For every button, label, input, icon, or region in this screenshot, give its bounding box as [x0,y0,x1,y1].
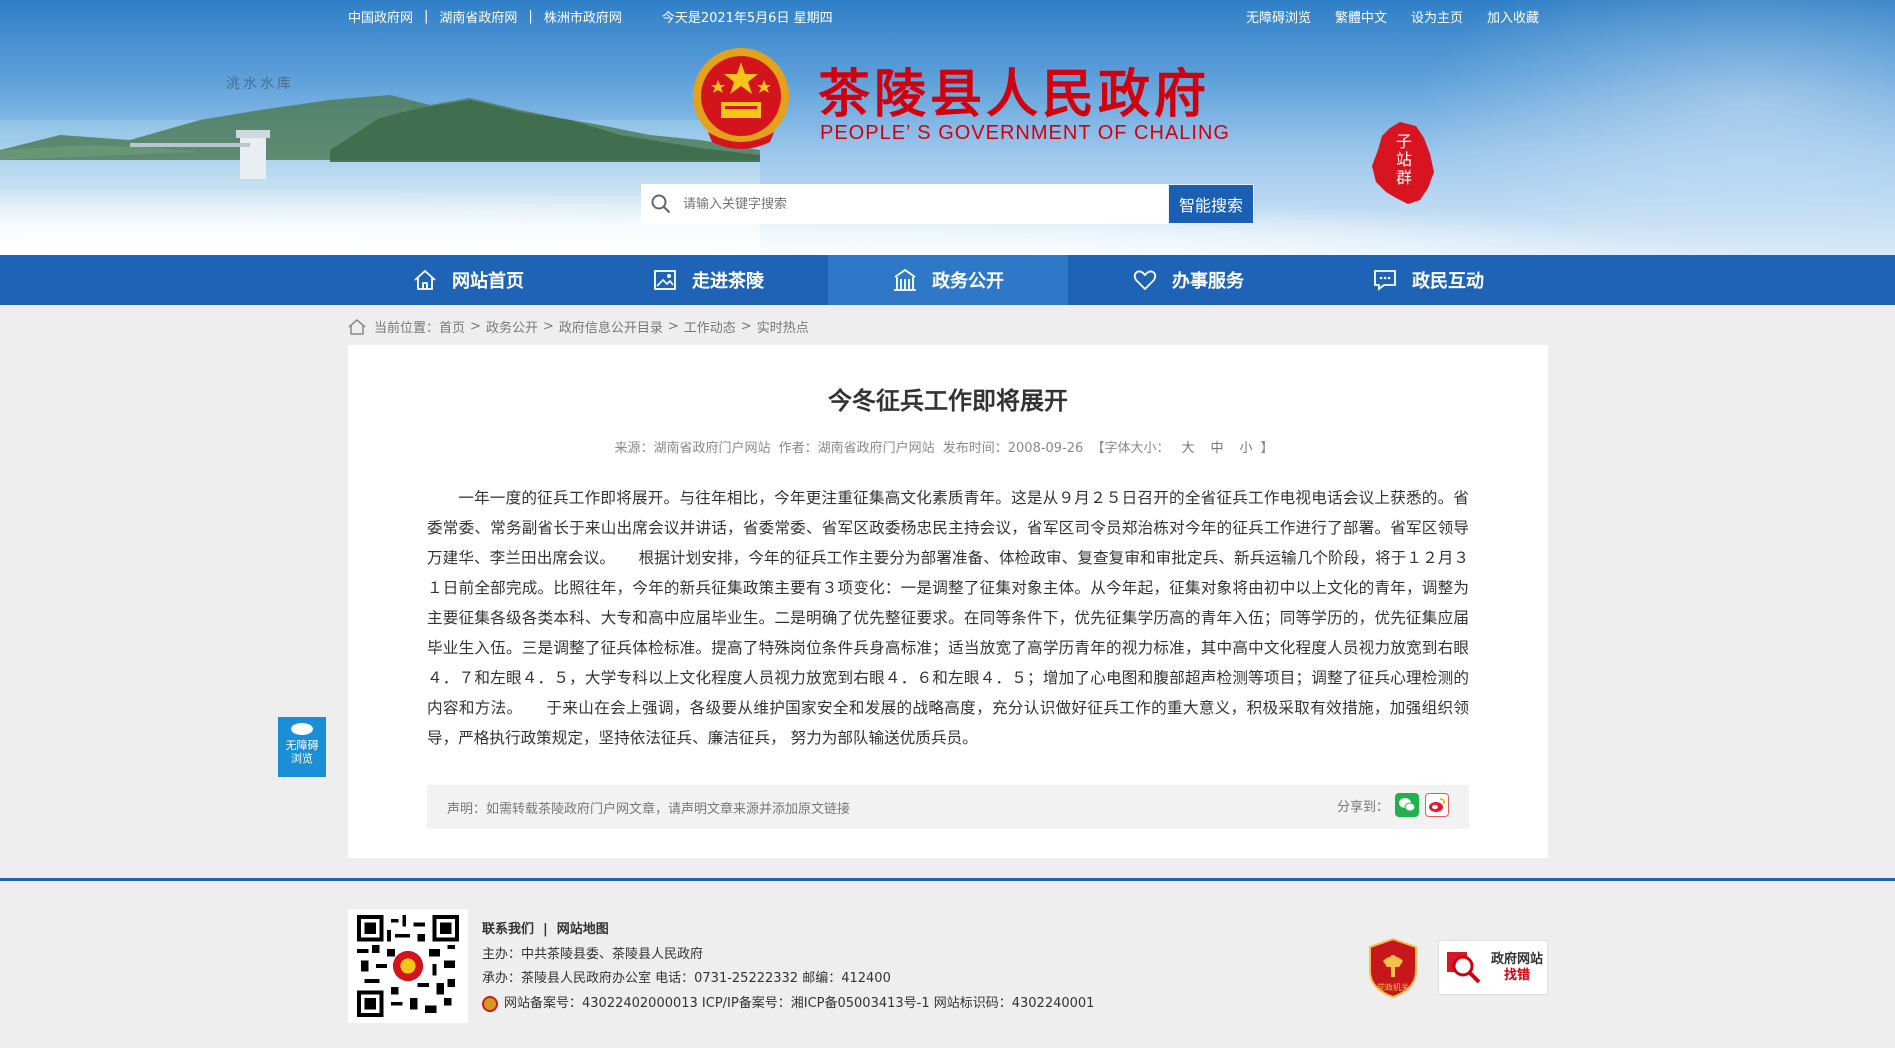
article-title: 今冬征兵工作即将展开 [828,387,1068,415]
subsite-label[interactable]: 子站群 [1394,133,1414,187]
current-date: 今天是2021年5月6日 星期四 [661,11,833,26]
link-add-favorite[interactable]: 加入收藏 [1487,7,1539,26]
footer-record: 网站备案号：43022402000013 ICP/IP备案号：湘ICP备0500… [504,995,1095,1011]
nav-item-label: 政民互动 [1412,271,1484,292]
link-accessibility[interactable]: 无障碍浏览 [1246,7,1311,26]
qr-code-icon [357,915,459,1017]
search-icon [651,194,671,214]
footer-sponsor: 主办：中共茶陵县委、茶陵县人民政府 [482,946,704,962]
home-icon [348,318,366,335]
nav-item-label: 办事服务 [1172,271,1244,292]
magnifier-icon [1447,951,1481,983]
breadcrumb-separator: > [667,319,679,334]
building-icon [894,268,916,291]
gov-site-error-report-badge[interactable]: 政府网站 找错 [1438,940,1548,995]
national-emblem-icon[interactable] [688,44,794,154]
font-size-label: 【字体大小： [1091,441,1170,456]
font-size-large-button[interactable]: 大 [1181,441,1194,456]
party-gov-badge[interactable]: 党政机关 [1366,937,1420,999]
home-icon [414,269,436,290]
article-body: 一年一度的征兵工作即将展开。与往年相比，今年更注重征集高文化素质青年。这是从９月… [427,483,1469,753]
eye-icon [291,723,313,735]
breadcrumb-prefix: 当前位置： [374,321,440,336]
link-gov-cn[interactable]: 中国政府网 [348,7,413,26]
header-banner: 中国政府网 | 湖南省政府网 | 株洲市政府网 今天是2021年5月6日 星期四… [0,0,1895,255]
nav-item-label: 网站首页 [452,271,524,292]
nav-item-home[interactable]: 网站首页 [348,255,588,305]
chat-icon [1374,270,1396,291]
party-gov-icon: 党政机关 [1369,937,1417,999]
breadcrumb-item[interactable]: 实时热点 [757,317,809,336]
search-box [641,184,1168,224]
article-meta: 来源：湖南省政府门户网站 作者：湖南省政府门户网站 发布时间：2008-09-2… [348,437,1548,456]
link-set-homepage[interactable]: 设为主页 [1411,7,1463,26]
article-panel: 今冬征兵工作即将展开 来源：湖南省政府门户网站 作者：湖南省政府门户网站 发布时… [348,345,1548,858]
heart-icon [1133,270,1157,291]
article-source: 来源：湖南省政府门户网站 [614,441,771,456]
search-input[interactable] [683,196,1163,212]
nav-item-label: 政务公开 [932,271,1004,292]
separator: | [424,9,429,24]
party-gov-label: 党政机关 [1377,982,1409,992]
site-title[interactable]: 茶陵县人民政府 [818,52,1210,127]
nav-item-about[interactable]: 走进茶陵 [588,255,828,305]
picture-icon [654,270,676,290]
copyright-statement: 声明：如需转载茶陵政府门户网文章，请声明文章来源并添加原文链接 [447,801,851,817]
main-nav: 网站首页 走进茶陵 政务公开 办事服务 政民互动 [0,255,1895,305]
breadcrumb-separator: > [542,319,554,334]
footer-links: 联系我们 | 网站地图 [482,918,1094,943]
wechat-share-icon[interactable] [1395,793,1419,817]
weibo-share-icon[interactable] [1425,793,1449,817]
article-paragraph: 一年一度的征兵工作即将展开。与往年相比，今年更注重征集高文化素质青年。这是从９月… [427,489,1469,747]
separator: | [543,922,548,937]
error-report-line2: 找错 [1504,967,1531,983]
breadcrumb-item[interactable]: 政府信息公开目录 [559,317,663,336]
breadcrumb-item[interactable]: 政务公开 [486,317,538,336]
accessibility-label-line2: 浏览 [291,752,313,765]
article-author: 作者：湖南省政府门户网站 [778,441,935,456]
article-date: 发布时间：2008-09-26 [942,441,1084,456]
top-right-links: 无障碍浏览 繁體中文 设为主页 加入收藏 [1246,7,1539,26]
footer: 联系我们 | 网站地图 主办：中共茶陵县委、茶陵县人民政府 承办：茶陵县人民政府办公… [0,881,1895,1048]
footer-organizer: 承办：茶陵县人民政府办公室 电话：0731-25222332 邮编：412400 [482,971,891,986]
link-zhuzhou-gov[interactable]: 株洲市政府网 [544,7,622,26]
reservoir-label: 洮水水库 [226,76,294,92]
smart-search-button[interactable]: 智能搜索 [1168,184,1254,224]
error-report-line1: 政府网站 [1491,951,1544,967]
font-size-end: 】 [1260,441,1274,456]
link-traditional-chinese[interactable]: 繁體中文 [1335,7,1387,26]
police-badge-icon [482,995,498,1012]
font-size-control: 【字体大小： 大 中 小】 [1091,441,1277,456]
breadcrumb-item[interactable]: 工作动态 [684,317,736,336]
top-left-links: 中国政府网 | 湖南省政府网 | 株洲市政府网 今天是2021年5月6日 星期四 [348,7,833,26]
qr-code [348,909,468,1023]
accessibility-float-button[interactable]: 无障碍 浏览 [278,717,326,777]
font-size-medium-button[interactable]: 中 [1211,441,1224,456]
nav-item-services[interactable]: 办事服务 [1068,255,1308,305]
accessibility-label-line1: 无障碍 [285,739,319,752]
breadcrumb-item[interactable]: 首页 [439,317,465,336]
breadcrumb: 当前位置： 首页 > 政务公开 > 政府信息公开目录 > 工作动态 > 实时热点 [348,317,809,336]
share-bar: 分享到： [1337,793,1449,817]
contact-us-link[interactable]: 联系我们 [482,922,534,937]
search-bar: 智能搜索 [641,184,1254,224]
site-subtitle: PEOPLE’ S GOVERNMENT OF CHALING [820,122,1230,144]
sitemap-link[interactable]: 网站地图 [557,922,609,937]
font-size-small-button[interactable]: 小 [1240,441,1253,456]
footer-record-row: 网站备案号：43022402000013 ICP/IP备案号：湘ICP备0500… [482,992,1094,1017]
nav-item-label: 走进茶陵 [692,271,764,292]
link-hunan-gov[interactable]: 湖南省政府网 [439,7,517,26]
separator: | [528,9,533,24]
share-label: 分享到： [1336,799,1389,815]
nav-item-gov-affairs[interactable]: 政务公开 [828,255,1068,305]
footer-info: 联系我们 | 网站地图 主办：中共茶陵县委、茶陵县人民政府 承办：茶陵县人民政府办公… [482,918,1094,1016]
breadcrumb-separator: > [740,319,752,334]
breadcrumb-separator: > [470,319,481,334]
article-statement-bar: 声明：如需转载茶陵政府门户网文章，请声明文章来源并添加原文链接 分享到： [427,785,1469,829]
nav-item-interaction[interactable]: 政民互动 [1308,255,1548,305]
